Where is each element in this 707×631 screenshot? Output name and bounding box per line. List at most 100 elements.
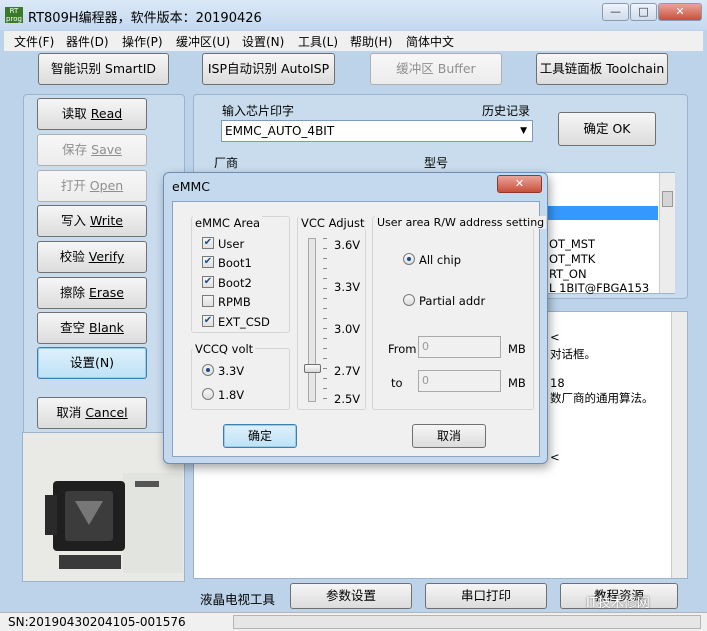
chip-list-item[interactable]: L 1BIT@FBGA153 xyxy=(549,281,649,295)
chip-select[interactable]: EMMC_AUTO_4BIT ▼ xyxy=(221,120,533,142)
partial-addr-label: Partial addr xyxy=(419,294,486,308)
menu-operation[interactable]: 操作(P) xyxy=(122,33,163,50)
log-line: 数厂商的通用算法。 xyxy=(550,391,654,405)
vcc-slider-track[interactable] xyxy=(308,238,316,402)
vendor-header: 厂商 xyxy=(214,156,239,170)
smartid-button[interactable]: 智能识别 SmartID xyxy=(38,53,169,85)
blank-button[interactable]: 查空 Blank xyxy=(37,312,147,344)
model-header: 型号 xyxy=(424,156,449,170)
boot1-checkbox[interactable]: ✔ xyxy=(202,256,214,268)
minimize-button[interactable]: — xyxy=(602,3,629,21)
status-bar: SN:20190430204105-001576 xyxy=(0,612,707,631)
dialog-body: eMMC Area ✔ User ✔ Boot1 ✔ Boot2 RPMB ✔ … xyxy=(172,201,547,457)
blank-label-en: Blank xyxy=(89,320,124,335)
buffer-button[interactable]: 缓冲区 Buffer xyxy=(370,53,502,85)
chip-list-item[interactable]: RT_ON xyxy=(549,267,587,281)
menu-buffer[interactable]: 缓冲区(U) xyxy=(176,33,230,50)
boot2-label: Boot2 xyxy=(218,276,252,290)
from-label: From xyxy=(388,342,417,356)
settings-button[interactable]: 设置(N) xyxy=(37,347,147,379)
read-label: 读取 xyxy=(61,106,91,121)
maximize-button[interactable]: □ xyxy=(630,3,657,21)
vcc-slider-ticks xyxy=(323,238,327,402)
user-label: User xyxy=(218,237,245,251)
cancel-label-en: Cancel xyxy=(85,405,128,420)
vccq-3v3-radio[interactable] xyxy=(202,364,214,376)
autoisp-button[interactable]: ISP自动识别 AutoISP xyxy=(202,53,335,85)
dialog-cancel-button[interactable]: 取消 xyxy=(412,424,486,448)
to-unit: MB xyxy=(508,376,526,390)
write-label-en: Write xyxy=(89,213,123,228)
emmc-area-title: eMMC Area xyxy=(193,216,263,230)
serial-number: SN:20190430204105-001576 xyxy=(8,615,186,629)
open-button[interactable]: 打开 Open xyxy=(37,170,147,202)
chip-list-item[interactable]: OT_MTK xyxy=(549,252,595,266)
vcc-tick-label: 2.7V xyxy=(334,364,361,378)
boot2-checkbox[interactable]: ✔ xyxy=(202,276,214,288)
verify-button[interactable]: 校验 Verify xyxy=(37,241,147,273)
menu-tools[interactable]: 工具(L) xyxy=(298,33,338,50)
rpmb-label: RPMB xyxy=(218,295,251,309)
log-line: 对话框。 xyxy=(550,347,596,361)
vcc-tick-label: 3.6V xyxy=(334,238,361,252)
to-field[interactable]: 0 xyxy=(418,370,501,392)
menu-file[interactable]: 文件(F) xyxy=(14,33,54,50)
menu-device[interactable]: 器件(D) xyxy=(66,33,109,50)
vcc-tick-label: 2.5V xyxy=(334,392,361,406)
scroll-thumb[interactable] xyxy=(662,191,673,207)
save-label-en: Save xyxy=(91,142,122,157)
chip-input-label: 输入芯片印字 xyxy=(222,104,295,118)
vcc-tick-label: 3.0V xyxy=(334,322,361,336)
menu-help[interactable]: 帮助(H) xyxy=(350,33,392,50)
toolchain-button[interactable]: 工具链面板 Toolchain xyxy=(536,53,668,85)
emmc-dialog: eMMC ✕ eMMC Area ✔ User ✔ Boot1 ✔ Boot2 … xyxy=(163,172,548,464)
chip-list-scrollbar[interactable] xyxy=(659,173,675,293)
save-label: 保存 xyxy=(62,142,92,157)
chevron-down-icon: ▼ xyxy=(520,126,527,136)
vccq-1v8-label: 1.8V xyxy=(218,388,245,402)
all-chip-radio[interactable] xyxy=(403,253,415,265)
vcc-slider-thumb[interactable] xyxy=(304,364,321,373)
erase-button[interactable]: 擦除 Erase xyxy=(37,277,147,309)
to-label: to xyxy=(391,376,403,390)
menu-settings[interactable]: 设置(N) xyxy=(242,33,284,50)
dialog-close-button[interactable]: ✕ xyxy=(497,175,542,193)
from-unit: MB xyxy=(508,342,526,356)
title-bar: RT prog RT809H编程器，软件版本：20190426 — □ ✕ xyxy=(0,0,707,30)
chip-list-item[interactable]: OT_MST xyxy=(549,237,595,251)
dialog-ok-button[interactable]: 确定 xyxy=(223,424,297,448)
partial-addr-radio[interactable] xyxy=(403,294,415,306)
programmer-image xyxy=(22,432,185,582)
close-button[interactable]: ✕ xyxy=(658,3,702,21)
watermark: IT技术修网 xyxy=(586,596,650,611)
from-field[interactable]: 0 xyxy=(418,336,501,358)
verify-label-en: Verify xyxy=(88,249,125,264)
open-label: 打开 xyxy=(60,178,90,193)
write-button[interactable]: 写入 Write xyxy=(37,205,147,237)
read-label-en: Read xyxy=(90,106,123,121)
param-settings-button[interactable]: 参数设置 xyxy=(290,583,412,609)
chip-ok-button[interactable]: 确定 OK xyxy=(558,112,656,146)
log-line: < xyxy=(550,330,560,344)
cancel-button[interactable]: 取消 Cancel xyxy=(37,397,147,429)
serial-print-button[interactable]: 串口打印 xyxy=(425,583,547,609)
rw-address-title: User area R/W address setting xyxy=(375,216,547,229)
read-button[interactable]: 读取 Read xyxy=(37,98,147,130)
boot1-label: Boot1 xyxy=(218,256,252,270)
menu-language[interactable]: 简体中文 xyxy=(406,33,454,50)
ext-csd-label: EXT_CSD xyxy=(218,315,270,329)
rpmb-checkbox[interactable] xyxy=(202,295,214,307)
write-label: 写入 xyxy=(61,213,90,228)
all-chip-label: All chip xyxy=(419,253,462,267)
status-progress xyxy=(233,615,701,629)
user-checkbox[interactable]: ✔ xyxy=(202,237,214,249)
log-line: < xyxy=(550,450,560,464)
menu-bar: 文件(F) 器件(D) 操作(P) 缓冲区(U) 设置(N) 工具(L) 帮助(… xyxy=(4,31,703,51)
ext-csd-checkbox[interactable]: ✔ xyxy=(202,315,214,327)
tv-tools-button[interactable]: 液晶电视工具 xyxy=(200,589,275,608)
vccq-1v8-radio[interactable] xyxy=(202,388,214,400)
log-scrollbar[interactable] xyxy=(671,312,687,578)
erase-label: 擦除 xyxy=(60,285,90,300)
save-button[interactable]: 保存 Save xyxy=(37,134,147,166)
cancel-label: 取消 xyxy=(56,405,86,420)
